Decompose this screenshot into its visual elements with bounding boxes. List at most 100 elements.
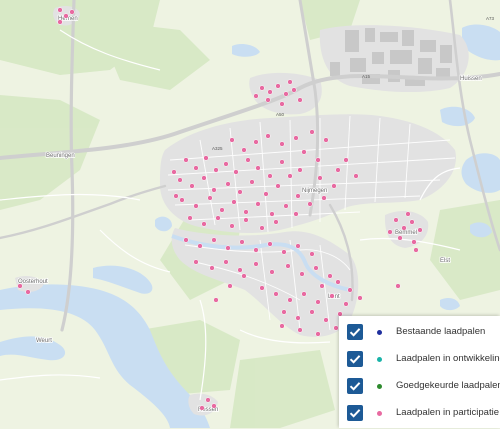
- participation-marker[interactable]: [387, 229, 393, 235]
- participation-marker[interactable]: [285, 263, 291, 269]
- participation-marker[interactable]: [301, 149, 307, 155]
- participation-marker[interactable]: [209, 265, 215, 271]
- participation-marker[interactable]: [253, 261, 259, 267]
- participation-marker[interactable]: [393, 217, 399, 223]
- participation-marker[interactable]: [409, 219, 415, 225]
- participation-marker[interactable]: [405, 211, 411, 217]
- legend-item-ontwikkeling[interactable]: Laadpalen in ontwikkeling: [339, 347, 500, 375]
- participation-marker[interactable]: [233, 169, 239, 175]
- participation-marker[interactable]: [343, 157, 349, 163]
- participation-marker[interactable]: [259, 225, 265, 231]
- participation-marker[interactable]: [273, 291, 279, 297]
- participation-marker[interactable]: [253, 93, 259, 99]
- participation-marker[interactable]: [343, 301, 349, 307]
- participation-marker[interactable]: [215, 215, 221, 221]
- participation-marker[interactable]: [281, 249, 287, 255]
- checkbox-checked-icon[interactable]: [347, 378, 363, 394]
- participation-marker[interactable]: [335, 167, 341, 173]
- participation-marker[interactable]: [219, 207, 225, 213]
- participation-marker[interactable]: [249, 179, 255, 185]
- participation-marker[interactable]: [69, 9, 75, 15]
- participation-marker[interactable]: [193, 165, 199, 171]
- legend-item-goedgekeurd[interactable]: Goedgekeurde laadpalen: [339, 374, 500, 402]
- participation-marker[interactable]: [237, 189, 243, 195]
- participation-marker[interactable]: [177, 177, 183, 183]
- participation-marker[interactable]: [237, 267, 243, 273]
- participation-marker[interactable]: [315, 157, 321, 163]
- participation-marker[interactable]: [203, 155, 209, 161]
- participation-marker[interactable]: [201, 221, 207, 227]
- participation-marker[interactable]: [295, 243, 301, 249]
- participation-marker[interactable]: [57, 7, 63, 13]
- participation-marker[interactable]: [317, 175, 323, 181]
- participation-marker[interactable]: [323, 137, 329, 143]
- participation-marker[interactable]: [193, 259, 199, 265]
- participation-marker[interactable]: [413, 247, 419, 253]
- participation-marker[interactable]: [291, 87, 297, 93]
- participation-marker[interactable]: [63, 13, 69, 19]
- participation-marker[interactable]: [275, 83, 281, 89]
- participation-marker[interactable]: [279, 141, 285, 147]
- participation-marker[interactable]: [309, 251, 315, 257]
- participation-marker[interactable]: [223, 259, 229, 265]
- participation-marker[interactable]: [265, 133, 271, 139]
- participation-marker[interactable]: [309, 129, 315, 135]
- participation-marker[interactable]: [207, 195, 213, 201]
- participation-marker[interactable]: [297, 327, 303, 333]
- participation-marker[interactable]: [183, 237, 189, 243]
- participation-marker[interactable]: [241, 147, 247, 153]
- participation-marker[interactable]: [265, 97, 271, 103]
- participation-marker[interactable]: [279, 159, 285, 165]
- participation-marker[interactable]: [211, 187, 217, 193]
- participation-marker[interactable]: [329, 293, 335, 299]
- participation-marker[interactable]: [335, 279, 341, 285]
- participation-marker[interactable]: [17, 283, 23, 289]
- participation-marker[interactable]: [275, 183, 281, 189]
- participation-marker[interactable]: [213, 167, 219, 173]
- participation-marker[interactable]: [253, 247, 259, 253]
- participation-marker[interactable]: [267, 173, 273, 179]
- participation-marker[interactable]: [297, 97, 303, 103]
- participation-marker[interactable]: [25, 289, 31, 295]
- participation-marker[interactable]: [187, 215, 193, 221]
- participation-marker[interactable]: [287, 173, 293, 179]
- participation-marker[interactable]: [229, 223, 235, 229]
- participation-marker[interactable]: [201, 175, 207, 181]
- participation-marker[interactable]: [411, 239, 417, 245]
- participation-marker[interactable]: [231, 199, 237, 205]
- participation-marker[interactable]: [205, 397, 211, 403]
- participation-marker[interactable]: [193, 203, 199, 209]
- participation-marker[interactable]: [279, 101, 285, 107]
- participation-marker[interactable]: [199, 405, 205, 411]
- participation-marker[interactable]: [241, 273, 247, 279]
- participation-marker[interactable]: [321, 195, 327, 201]
- participation-marker[interactable]: [319, 283, 325, 289]
- participation-marker[interactable]: [57, 19, 63, 25]
- participation-marker[interactable]: [211, 403, 217, 409]
- participation-marker[interactable]: [243, 217, 249, 223]
- participation-marker[interactable]: [173, 193, 179, 199]
- participation-marker[interactable]: [281, 309, 287, 315]
- participation-marker[interactable]: [223, 161, 229, 167]
- participation-marker[interactable]: [283, 91, 289, 97]
- participation-marker[interactable]: [211, 237, 217, 243]
- participation-marker[interactable]: [315, 299, 321, 305]
- participation-marker[interactable]: [357, 295, 363, 301]
- participation-marker[interactable]: [279, 323, 285, 329]
- participation-marker[interactable]: [255, 165, 261, 171]
- checkbox-checked-icon[interactable]: [347, 351, 363, 367]
- legend-item-participatie[interactable]: Laadpalen in participatie: [339, 401, 500, 429]
- participation-marker[interactable]: [401, 225, 407, 231]
- participation-marker[interactable]: [245, 157, 251, 163]
- participation-marker[interactable]: [259, 285, 265, 291]
- checkbox-checked-icon[interactable]: [347, 405, 363, 421]
- participation-marker[interactable]: [227, 283, 233, 289]
- participation-marker[interactable]: [417, 227, 423, 233]
- participation-marker[interactable]: [267, 89, 273, 95]
- participation-marker[interactable]: [353, 173, 359, 179]
- participation-marker[interactable]: [229, 137, 235, 143]
- participation-marker[interactable]: [197, 243, 203, 249]
- participation-marker[interactable]: [225, 245, 231, 251]
- participation-marker[interactable]: [189, 183, 195, 189]
- participation-marker[interactable]: [333, 325, 339, 331]
